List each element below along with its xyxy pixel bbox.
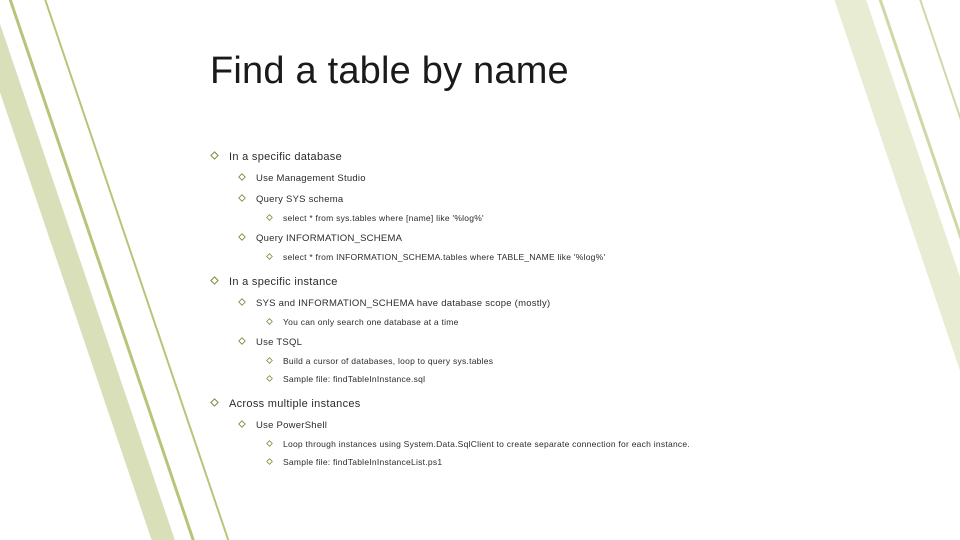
subitem-information-schema-query: select * from INFORMATION_SCHEMA.tables … bbox=[266, 252, 960, 262]
subitem-sqlclient-loop: Loop through instances using System.Data… bbox=[266, 439, 960, 449]
outline-level-1: In a specific database Use Management St… bbox=[210, 151, 960, 467]
item-query-sys-schema: Query SYS schema select * from sys.table… bbox=[238, 194, 960, 223]
item-text: Use Management Studio bbox=[256, 173, 366, 184]
diamond-bullet-icon bbox=[238, 420, 246, 428]
diamond-bullet-icon bbox=[266, 458, 273, 465]
section-heading: In a specific instance bbox=[229, 276, 338, 288]
item-query-information-schema: Query INFORMATION_SCHEMA select * from I… bbox=[238, 233, 960, 262]
item-use-management-studio: Use Management Studio bbox=[238, 173, 960, 184]
diamond-bullet-icon bbox=[266, 440, 273, 447]
subitem-text: Sample file: findTableInInstance.sql bbox=[283, 374, 425, 384]
item-text: Query SYS schema bbox=[256, 194, 343, 205]
subitem-text: Sample file: findTableInInstanceList.ps1 bbox=[283, 457, 442, 467]
subitem-sys-tables-query: select * from sys.tables where [name] li… bbox=[266, 213, 960, 223]
item-use-tsql: Use TSQL Build a cursor of databases, lo… bbox=[238, 337, 960, 384]
subitem-text: Loop through instances using System.Data… bbox=[283, 439, 690, 449]
diamond-bullet-icon bbox=[266, 357, 273, 364]
diamond-bullet-icon bbox=[266, 253, 273, 260]
diamond-bullet-icon bbox=[266, 318, 273, 325]
item-text: Query INFORMATION_SCHEMA bbox=[256, 233, 402, 244]
subitem-text: select * from INFORMATION_SCHEMA.tables … bbox=[283, 252, 605, 262]
subitem-one-db-at-a-time: You can only search one database at a ti… bbox=[266, 317, 960, 327]
diamond-bullet-icon bbox=[238, 194, 246, 202]
subitem-text: You can only search one database at a ti… bbox=[283, 317, 459, 327]
subitem-text: Build a cursor of databases, loop to que… bbox=[283, 356, 493, 366]
item-use-powershell: Use PowerShell Loop through instances us… bbox=[238, 420, 960, 467]
slide-content: Find a table by name In a specific datab… bbox=[0, 0, 960, 467]
diamond-bullet-icon bbox=[238, 337, 246, 345]
section-specific-database: In a specific database Use Management St… bbox=[210, 151, 960, 262]
diamond-bullet-icon bbox=[266, 375, 273, 382]
diamond-bullet-icon bbox=[238, 298, 246, 306]
diamond-bullet-icon bbox=[210, 276, 219, 285]
item-text: SYS and INFORMATION_SCHEMA have database… bbox=[256, 298, 550, 309]
subitem-cursor-loop: Build a cursor of databases, loop to que… bbox=[266, 356, 960, 366]
section-multiple-instances: Across multiple instances Use PowerShell… bbox=[210, 398, 960, 467]
diamond-bullet-icon bbox=[210, 151, 219, 160]
diamond-bullet-icon bbox=[238, 173, 246, 181]
item-text: Use TSQL bbox=[256, 337, 302, 348]
section-specific-instance: In a specific instance SYS and INFORMATI… bbox=[210, 276, 960, 384]
section-heading: In a specific database bbox=[229, 151, 342, 163]
subitem-sample-sql: Sample file: findTableInInstance.sql bbox=[266, 374, 960, 384]
slide-title: Find a table by name bbox=[210, 50, 960, 93]
diamond-bullet-icon bbox=[266, 214, 273, 221]
diamond-bullet-icon bbox=[238, 233, 246, 241]
diamond-bullet-icon bbox=[210, 398, 219, 407]
section-heading: Across multiple instances bbox=[229, 398, 361, 410]
subitem-sample-ps1: Sample file: findTableInInstanceList.ps1 bbox=[266, 457, 960, 467]
item-db-scope: SYS and INFORMATION_SCHEMA have database… bbox=[238, 298, 960, 327]
subitem-text: select * from sys.tables where [name] li… bbox=[283, 213, 484, 223]
item-text: Use PowerShell bbox=[256, 420, 327, 431]
